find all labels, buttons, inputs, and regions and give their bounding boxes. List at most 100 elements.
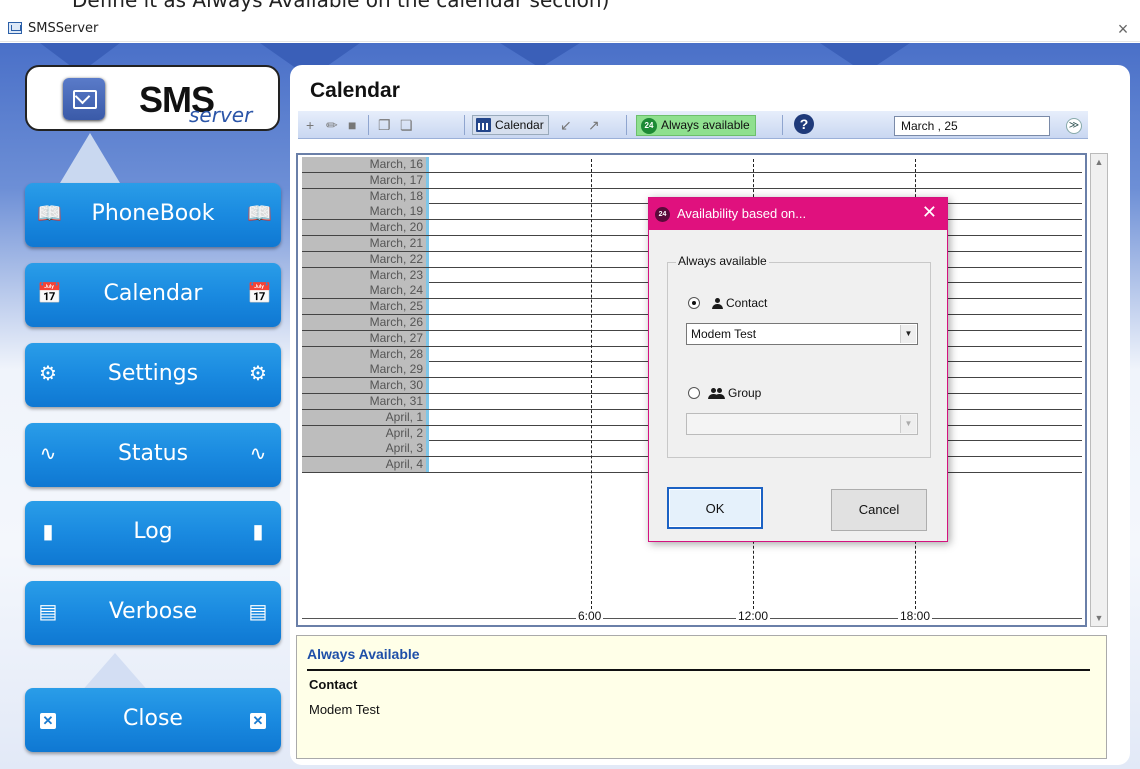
window-close-button[interactable]: × <box>1110 16 1136 42</box>
toolbar-separator <box>782 115 783 135</box>
dialog-titlebar: 24 Availability based on... ✕ <box>649 198 947 230</box>
details-key: Contact <box>309 677 358 692</box>
calendar-row[interactable]: March, 16 <box>302 157 1082 173</box>
ok-button[interactable]: OK <box>667 487 763 529</box>
expand-chevron-icon[interactable]: ≫ <box>1066 118 1082 134</box>
calendar-row-date: March, 25 <box>302 299 429 315</box>
calendar-row-date: April, 4 <box>302 457 429 473</box>
24h-icon: 24 <box>641 118 657 134</box>
chevron-down-icon[interactable]: ▼ <box>900 325 916 343</box>
date-field[interactable]: March , 25 <box>894 116 1050 136</box>
cancel-button[interactable]: Cancel <box>831 489 927 531</box>
details-heading: Always Available <box>307 646 420 662</box>
nav-label: Verbose <box>108 599 198 624</box>
import-icon[interactable]: ↙ <box>560 116 572 134</box>
people-icon <box>714 388 725 399</box>
calendar-view-button[interactable]: Calendar <box>472 115 549 135</box>
calendar-row-date: March, 31 <box>302 393 429 409</box>
calendar-row-date: March, 20 <box>302 220 429 236</box>
details-value: Modem Test <box>309 702 380 717</box>
export-icon[interactable]: ↗ <box>588 116 600 134</box>
scroll-up-icon[interactable]: ▲ <box>1091 154 1107 170</box>
axis-tick-label: 18:00 <box>898 609 933 623</box>
add-icon[interactable]: + <box>306 116 314 134</box>
nav-verbose-button[interactable]: ▤ Verbose ▤ <box>25 581 281 645</box>
nav-status-button[interactable]: ∿ Status ∿ <box>25 423 281 487</box>
app-icon <box>8 22 22 34</box>
edit-pencil-icon[interactable]: ✏ <box>326 116 338 134</box>
nav-label: Log <box>133 519 173 544</box>
contact-radio-label: Contact <box>726 296 768 310</box>
vertical-scrollbar[interactable]: ▲ ▼ <box>1090 153 1108 627</box>
calendar-row-date: March, 22 <box>302 251 429 267</box>
nav-label: Close <box>123 706 183 731</box>
nav-close-button[interactable]: ✕ Close ✕ <box>25 688 281 752</box>
scroll-down-icon[interactable]: ▼ <box>1091 610 1107 626</box>
delete-trash-icon[interactable]: ■ <box>348 116 356 134</box>
always-available-button[interactable]: 24 Always available <box>636 115 756 136</box>
calendar-row-date: April, 1 <box>302 409 429 425</box>
calendar-toolbar: + ✏ ■ ❐ ❏ Calendar ↙ ↗ 24 Always availab… <box>298 111 1088 139</box>
dialog-close-button[interactable]: ✕ <box>922 202 937 223</box>
toolbar-separator <box>626 115 627 135</box>
calendar-row-date: March, 21 <box>302 235 429 251</box>
nav-log-button[interactable]: ▮ Log ▮ <box>25 501 281 565</box>
copy-icon[interactable]: ❐ <box>378 116 391 134</box>
calendar-row-date: March, 19 <box>302 204 429 220</box>
nav-label: Settings <box>107 361 199 386</box>
page-title: Calendar <box>310 79 400 102</box>
paste-icon[interactable]: ❏ <box>400 116 413 134</box>
axis-tick-label: 12:00 <box>736 609 771 623</box>
cards-icon: ▤ <box>248 601 268 623</box>
availability-dialog: 24 Availability based on... ✕ Always ava… <box>648 197 948 542</box>
group-radio-label: Group <box>728 386 762 400</box>
calendar-row-date: March, 27 <box>302 330 429 346</box>
chat-icon: ▮ <box>252 521 264 543</box>
nav-label: Status <box>117 441 189 466</box>
24h-icon: 24 <box>655 207 670 222</box>
calendar-clock-icon: 📅 <box>247 283 272 305</box>
pulse-icon: ∿ <box>249 443 267 465</box>
axis-line <box>302 618 1082 619</box>
instruction-text: Define it as Always Available on the cal… <box>72 0 610 12</box>
calendar-row[interactable]: March, 17 <box>302 172 1082 189</box>
calendar-row-date: March, 23 <box>302 267 429 283</box>
close-box-icon: ✕ <box>247 708 269 730</box>
nav-label: PhoneBook <box>91 201 215 226</box>
group-radio[interactable] <box>688 387 700 399</box>
toolbar-separator <box>464 115 465 135</box>
instruction-strip: Define it as Always Available on the cal… <box>0 0 1140 16</box>
groupbox-legend: Always available <box>676 254 769 268</box>
calendar-row-date: March, 18 <box>302 188 429 204</box>
nav-calendar-button[interactable]: 📅 Calendar 📅 <box>25 263 281 327</box>
person-icon <box>712 298 723 309</box>
calendar-row-date: March, 26 <box>302 314 429 330</box>
calendar-row-date: April, 2 <box>302 425 429 441</box>
always-available-groupbox: Always available Contact Modem Test ▼ Gr… <box>667 254 931 458</box>
calendar-row-date: March, 28 <box>302 346 429 362</box>
nav-label: Calendar <box>103 281 203 306</box>
book-icon: 📖 <box>247 203 272 225</box>
calendar-row-date: March, 29 <box>302 362 429 378</box>
nav-phonebook-button[interactable]: 📖 PhoneBook 📖 <box>25 183 281 247</box>
decor-shape <box>80 653 150 693</box>
nav-settings-button[interactable]: ⚙ Settings ⚙ <box>25 343 281 407</box>
contact-radio[interactable] <box>688 297 700 309</box>
sms-server-logo: SMS server <box>25 65 280 131</box>
window-titlebar: SMSServer × <box>0 16 1140 42</box>
calendar-row-date: March, 24 <box>302 283 429 299</box>
calendar-row-date: March, 30 <box>302 378 429 394</box>
time-axis: 6:00 12:00 18:00 <box>302 609 1082 625</box>
decor-shape <box>60 133 120 183</box>
calendar-view-label: Calendar <box>495 118 544 132</box>
logo-server-text: server <box>189 103 253 127</box>
group-select[interactable]: ▼ <box>686 413 918 435</box>
window-title: SMSServer <box>28 21 99 36</box>
chevron-down-icon[interactable]: ▼ <box>900 415 916 433</box>
contact-select[interactable]: Modem Test ▼ <box>686 323 918 345</box>
calendar-icon <box>476 118 491 132</box>
envelope-icon <box>63 78 105 120</box>
dialog-title: Availability based on... <box>677 206 807 221</box>
calendar-row-date: April, 3 <box>302 441 429 457</box>
help-icon[interactable]: ? <box>794 114 814 134</box>
